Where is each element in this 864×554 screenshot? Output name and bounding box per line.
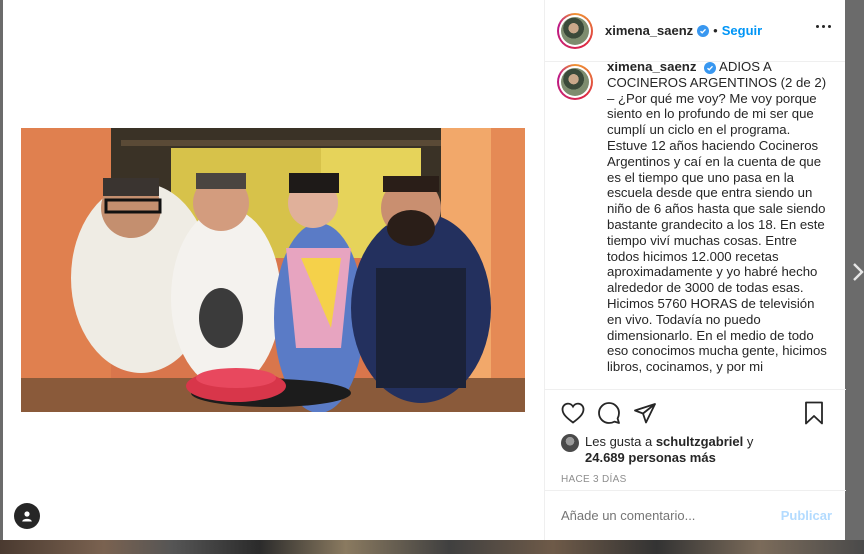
caption-verified-icon — [704, 62, 717, 74]
post-time[interactable]: HACE 3 DÍAS — [561, 474, 830, 485]
likes-conjunction: y — [743, 434, 754, 449]
caption-body: ADIOS A COCINEROS ARGENTINOS (2 de 2) – … — [607, 62, 827, 375]
media-pane — [3, 0, 544, 540]
side-pane: ximena_saenz • Seguir ximena_saenz ADIOS… — [544, 0, 846, 540]
user-tag-icon — [22, 511, 32, 522]
liker-username[interactable]: schultzgabriel — [656, 434, 743, 449]
caption-avatar[interactable] — [557, 64, 593, 100]
separator-dot: • — [713, 23, 718, 38]
likes-prefix: Les gusta a — [585, 434, 656, 449]
likes-text: Les gusta a schultzgabriel y 24.689 pers… — [585, 434, 753, 466]
avatar[interactable] — [557, 12, 593, 49]
comment-input[interactable] — [561, 508, 781, 523]
actions-section: Les gusta a schultzgabriel y 24.689 pers… — [545, 389, 846, 485]
comment-form: Publicar — [545, 490, 846, 540]
post-photo[interactable] — [21, 128, 525, 412]
chevron-right-icon[interactable] — [852, 262, 864, 282]
publish-button[interactable]: Publicar — [781, 508, 832, 523]
bookmark-icon[interactable] — [804, 401, 824, 425]
follow-button[interactable]: Seguir — [722, 23, 762, 38]
user-tag-button[interactable] — [14, 503, 40, 529]
more-options-icon[interactable] — [816, 25, 831, 28]
post-header: ximena_saenz • Seguir — [545, 0, 845, 62]
comments-list[interactable]: ximena_saenz ADIOS A COCINEROS ARGENTINO… — [545, 62, 845, 388]
likes-summary: Les gusta a schultzgabriel y 24.689 pers… — [561, 434, 830, 466]
likes-count[interactable]: 24.689 personas más — [585, 450, 716, 465]
share-icon[interactable] — [633, 401, 657, 425]
heart-icon[interactable] — [561, 402, 585, 424]
post-modal: ximena_saenz • Seguir ximena_saenz ADIOS… — [3, 0, 846, 540]
caption-text: ximena_saenz ADIOS A COCINEROS ARGENTINO… — [607, 62, 829, 375]
liker-avatar[interactable] — [561, 434, 579, 452]
verified-icon — [697, 24, 710, 37]
username-link[interactable]: ximena_saenz — [605, 23, 693, 38]
caption-username[interactable]: ximena_saenz — [607, 62, 696, 74]
caption: ximena_saenz ADIOS A COCINEROS ARGENTINO… — [557, 62, 833, 375]
background-thumbnails — [0, 540, 864, 554]
comment-icon[interactable] — [597, 401, 621, 425]
action-bar — [561, 400, 830, 426]
